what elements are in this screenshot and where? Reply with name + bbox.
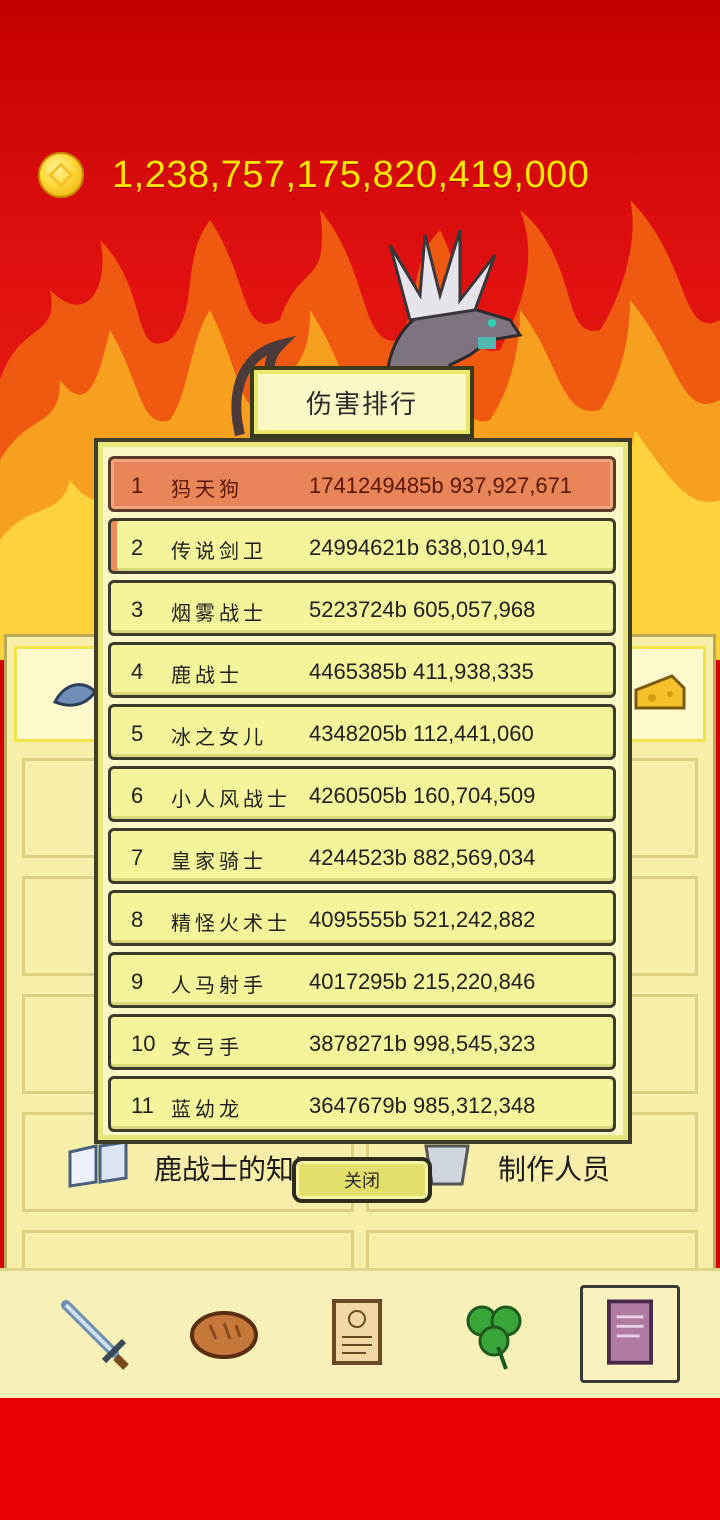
gold-coin-icon bbox=[38, 152, 84, 198]
credits-label: 制作人员 bbox=[498, 1153, 611, 1186]
currency-display: 1,238,757,175,820,419,000 bbox=[38, 150, 589, 200]
close-button[interactable]: 关闭 bbox=[292, 1157, 432, 1203]
dialog-title: 伤害排行 bbox=[250, 366, 474, 438]
damage-score: 4095555b 521,242,882 bbox=[309, 907, 536, 932]
rank-number: 5 bbox=[131, 721, 144, 746]
ranking-row[interactable]: 10 女弓手 3878271b 998,545,323 bbox=[108, 1014, 616, 1070]
bottom-bar bbox=[0, 1398, 720, 1520]
ranking-row[interactable]: 1 犸天狗 1741249485b 937,927,671 bbox=[108, 456, 616, 512]
damage-score: 4260505b 160,704,509 bbox=[309, 783, 536, 808]
rank-number: 8 bbox=[131, 907, 144, 932]
rank-number: 2 bbox=[131, 535, 144, 560]
nav-luck[interactable] bbox=[446, 1285, 542, 1381]
fish-icon bbox=[52, 683, 97, 707]
sword-icon bbox=[61, 1300, 129, 1370]
rank-number: 10 bbox=[131, 1031, 156, 1056]
nav-sword[interactable] bbox=[44, 1285, 140, 1381]
rank-number: 11 bbox=[131, 1093, 154, 1118]
hero-name: 传说剑卫 bbox=[171, 539, 267, 563]
clover-icon bbox=[466, 1305, 522, 1370]
bread-icon bbox=[190, 1311, 258, 1359]
hero-name: 蓝幼龙 bbox=[171, 1097, 243, 1121]
rank-number: 7 bbox=[131, 845, 144, 870]
hero-name: 烟雾战士 bbox=[171, 601, 267, 625]
hero-name: 犸天狗 bbox=[171, 477, 243, 501]
cheese-icon bbox=[634, 674, 686, 710]
hero-name: 女弓手 bbox=[171, 1035, 243, 1059]
ranking-row[interactable]: 9 人马射手 4017295b 215,220,846 bbox=[108, 952, 616, 1008]
damage-score: 4465385b 411,938,335 bbox=[309, 659, 534, 684]
damage-score: 24994621b 638,010,941 bbox=[309, 535, 548, 560]
hero-name: 皇家骑士 bbox=[171, 849, 267, 873]
gold-amount: 1,238,757,175,820,419,000 bbox=[112, 153, 590, 196]
hero-name: 冰之女儿 bbox=[171, 725, 267, 749]
damage-score: 1741249485b 937,927,671 bbox=[309, 473, 573, 498]
damage-score: 4348205b 112,441,060 bbox=[309, 721, 534, 746]
rank-number: 6 bbox=[131, 783, 144, 808]
ranking-row[interactable]: 5 冰之女儿 4348205b 112,441,060 bbox=[108, 704, 616, 760]
scroll-icon bbox=[332, 1299, 382, 1365]
book-open-icon bbox=[68, 1140, 128, 1188]
ranking-row[interactable]: 8 精怪火术士 4095555b 521,242,882 bbox=[108, 890, 616, 946]
nav-food[interactable] bbox=[176, 1285, 272, 1381]
ranking-row[interactable]: 6 小人风战士 4260505b 160,704,509 bbox=[108, 766, 616, 822]
damage-score: 5223724b 605,057,968 bbox=[309, 597, 536, 622]
rank-number: 1 bbox=[131, 473, 144, 498]
damage-score: 3647679b 985,312,348 bbox=[309, 1093, 536, 1118]
ranking-row[interactable]: 2 传说剑卫 24994621b 638,010,941 bbox=[108, 518, 616, 574]
hero-name: 人马射手 bbox=[171, 973, 267, 997]
ranking-row[interactable]: 3 烟雾战士 5223724b 605,057,968 bbox=[108, 580, 616, 636]
rank-number: 4 bbox=[131, 659, 144, 684]
book-icon bbox=[607, 1299, 653, 1365]
damage-score: 4244523b 882,569,034 bbox=[309, 845, 536, 870]
hero-name: 小人风战士 bbox=[171, 787, 291, 811]
damage-score: 3878271b 998,545,323 bbox=[309, 1031, 536, 1056]
ranking-row[interactable]: 7 皇家骑士 4244523b 882,569,034 bbox=[108, 828, 616, 884]
nav-quests[interactable] bbox=[310, 1285, 406, 1381]
rank-number: 9 bbox=[131, 969, 144, 994]
rank-number: 3 bbox=[131, 597, 144, 622]
ranking-row[interactable]: 11 蓝幼龙 3647679b 985,312,348 bbox=[108, 1076, 616, 1132]
damage-score: 4017295b 215,220,846 bbox=[309, 969, 536, 994]
nav-book[interactable] bbox=[580, 1285, 680, 1383]
ranking-row[interactable]: 4 鹿战士 4465385b 411,938,335 bbox=[108, 642, 616, 698]
hero-name: 鹿战士 bbox=[171, 663, 243, 687]
hero-name: 精怪火术士 bbox=[171, 911, 291, 935]
